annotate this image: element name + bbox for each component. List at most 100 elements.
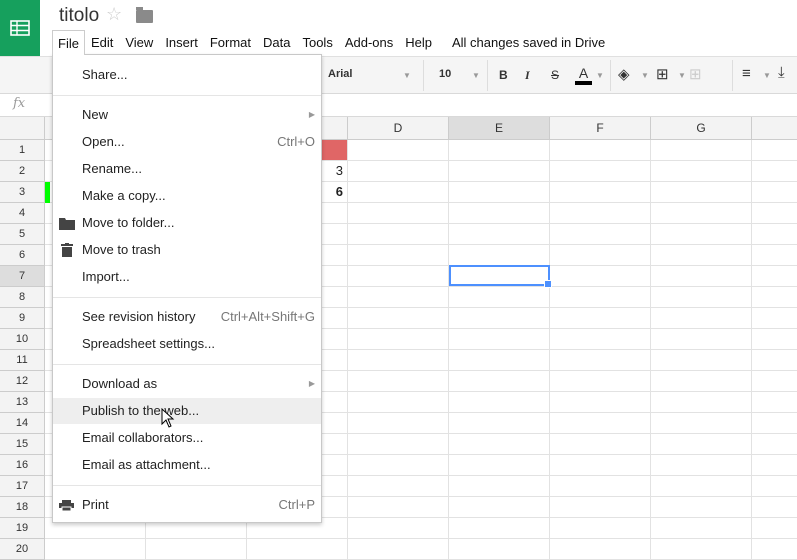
- font-size-select[interactable]: 10: [439, 68, 451, 80]
- column-header-f[interactable]: F: [550, 117, 651, 140]
- menu-item-publish-to-web[interactable]: Publish to the web...: [53, 398, 321, 424]
- cell[interactable]: [146, 539, 247, 560]
- menu-item-rename[interactable]: Rename...: [53, 156, 321, 182]
- row-header-17[interactable]: 17: [0, 476, 45, 497]
- cell[interactable]: [348, 413, 449, 434]
- cell[interactable]: [449, 497, 550, 518]
- cell[interactable]: [752, 476, 797, 497]
- row-header-19[interactable]: 19: [0, 518, 45, 539]
- menu-insert[interactable]: Insert: [159, 30, 204, 55]
- cell[interactable]: [651, 371, 752, 392]
- cell[interactable]: [449, 413, 550, 434]
- cell[interactable]: [550, 455, 651, 476]
- cell[interactable]: [449, 371, 550, 392]
- column-header-g[interactable]: G: [651, 117, 752, 140]
- doc-title[interactable]: titolo: [59, 5, 99, 27]
- cell[interactable]: [550, 476, 651, 497]
- cell[interactable]: [550, 224, 651, 245]
- chevron-down-icon[interactable]: ▼: [596, 71, 604, 80]
- folder-icon[interactable]: [136, 7, 153, 23]
- cell[interactable]: [752, 497, 797, 518]
- star-icon[interactable]: ☆: [106, 4, 122, 25]
- menu-view[interactable]: View: [119, 30, 159, 55]
- cell[interactable]: [449, 224, 550, 245]
- cell[interactable]: [651, 350, 752, 371]
- cell[interactable]: [651, 245, 752, 266]
- cell[interactable]: [550, 140, 651, 161]
- row-header-2[interactable]: 2: [0, 161, 45, 182]
- cell[interactable]: [348, 476, 449, 497]
- cell[interactable]: [651, 392, 752, 413]
- row-header-12[interactable]: 12: [0, 371, 45, 392]
- row-header-16[interactable]: 16: [0, 455, 45, 476]
- cell[interactable]: [348, 224, 449, 245]
- cell[interactable]: [550, 203, 651, 224]
- column-header-h[interactable]: [752, 117, 797, 140]
- cell[interactable]: [752, 392, 797, 413]
- cell[interactable]: [348, 497, 449, 518]
- cell[interactable]: [651, 413, 752, 434]
- menu-edit[interactable]: Edit: [85, 30, 119, 55]
- cell[interactable]: [550, 413, 651, 434]
- row-header-7[interactable]: 7: [0, 266, 45, 287]
- cell[interactable]: [348, 308, 449, 329]
- cell[interactable]: [348, 329, 449, 350]
- cell[interactable]: [348, 287, 449, 308]
- selected-cell-e7[interactable]: [449, 265, 552, 288]
- cell[interactable]: [449, 287, 550, 308]
- menu-addons[interactable]: Add-ons: [339, 30, 399, 55]
- cell[interactable]: [247, 539, 348, 560]
- menu-item-revision-history[interactable]: See revision history Ctrl+Alt+Shift+G: [53, 304, 321, 330]
- bold-button[interactable]: B: [499, 68, 508, 82]
- cell[interactable]: [752, 518, 797, 539]
- cell[interactable]: [651, 224, 752, 245]
- cell[interactable]: [752, 161, 797, 182]
- fill-color-icon[interactable]: ◈: [618, 65, 630, 83]
- cell[interactable]: [449, 434, 550, 455]
- menu-item-spreadsheet-settings[interactable]: Spreadsheet settings...: [53, 331, 321, 357]
- chevron-down-icon[interactable]: ▼: [472, 71, 480, 80]
- row-header-18[interactable]: 18: [0, 497, 45, 518]
- cell[interactable]: [550, 350, 651, 371]
- cell[interactable]: [752, 350, 797, 371]
- cell[interactable]: [449, 308, 550, 329]
- row-header-9[interactable]: 9: [0, 308, 45, 329]
- chevron-down-icon[interactable]: ▼: [641, 71, 649, 80]
- borders-icon[interactable]: ⊞: [656, 65, 669, 83]
- chevron-down-icon[interactable]: ▼: [403, 71, 411, 80]
- menu-item-print[interactable]: Print Ctrl+P: [53, 492, 321, 518]
- cell[interactable]: [449, 140, 550, 161]
- select-all-corner[interactable]: [0, 117, 45, 140]
- align-left-icon[interactable]: ≡: [742, 65, 751, 82]
- row-header-14[interactable]: 14: [0, 413, 45, 434]
- cell[interactable]: [752, 224, 797, 245]
- cell[interactable]: [651, 287, 752, 308]
- menu-file[interactable]: File: [52, 30, 85, 55]
- cell[interactable]: [550, 308, 651, 329]
- cell[interactable]: [449, 392, 550, 413]
- menu-format[interactable]: Format: [204, 30, 257, 55]
- menu-item-share[interactable]: Share...: [53, 62, 321, 88]
- menu-data[interactable]: Data: [257, 30, 296, 55]
- cell[interactable]: [651, 497, 752, 518]
- cell[interactable]: [45, 539, 146, 560]
- cell[interactable]: [449, 455, 550, 476]
- row-header-20[interactable]: 20: [0, 539, 45, 560]
- cell[interactable]: [550, 245, 651, 266]
- cell[interactable]: [348, 539, 449, 560]
- cell[interactable]: [651, 266, 752, 287]
- cell[interactable]: [348, 203, 449, 224]
- menu-item-email-collaborators[interactable]: Email collaborators...: [53, 425, 321, 451]
- cell[interactable]: [752, 434, 797, 455]
- cell[interactable]: [550, 518, 651, 539]
- cell[interactable]: [550, 434, 651, 455]
- cell[interactable]: [348, 182, 449, 203]
- column-header-d[interactable]: D: [348, 117, 449, 140]
- chevron-down-icon[interactable]: ▼: [678, 71, 686, 80]
- cell[interactable]: [752, 455, 797, 476]
- strikethrough-button[interactable]: S: [551, 68, 559, 82]
- menu-item-open[interactable]: Open... Ctrl+O: [53, 129, 321, 155]
- sheets-logo[interactable]: [0, 0, 40, 56]
- cell[interactable]: [550, 497, 651, 518]
- cell[interactable]: [651, 518, 752, 539]
